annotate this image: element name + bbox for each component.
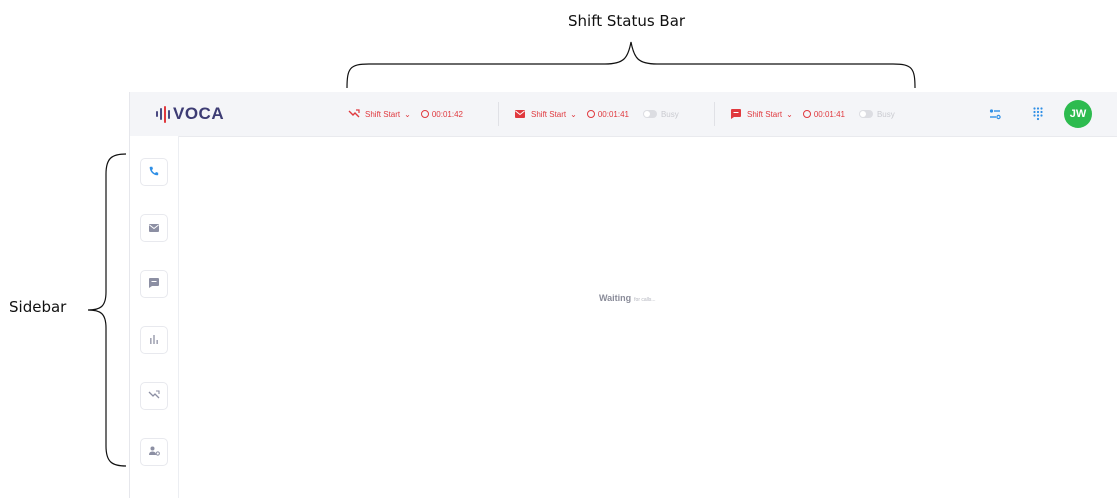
bar-chart-icon bbox=[149, 331, 159, 349]
sidebar-item-reports[interactable] bbox=[140, 326, 168, 354]
phone-icon bbox=[149, 163, 159, 181]
shift-start-dropdown-label[interactable]: Shift Start bbox=[365, 110, 400, 119]
settings-toggle-icon[interactable] bbox=[987, 106, 1003, 122]
busy-label: Busy bbox=[660, 109, 679, 119]
call-end-icon bbox=[148, 387, 160, 405]
shift-timer: 00:01:41 bbox=[813, 109, 845, 119]
call-end-icon bbox=[348, 109, 360, 119]
top-brace bbox=[346, 41, 916, 89]
waiting-label: Waiting bbox=[599, 293, 632, 303]
waiting-status: Waiting for calls... bbox=[599, 288, 656, 306]
sidebar-item-phone[interactable] bbox=[140, 158, 168, 186]
busy-toggle[interactable] bbox=[858, 110, 873, 118]
sidebar-item-missed-calls[interactable] bbox=[140, 382, 168, 410]
waiting-sublabel: for calls... bbox=[634, 297, 656, 303]
voca-app-window: VOCA Shift Start ⌄ 00:01:42 Shift Start … bbox=[129, 92, 1117, 498]
logo-bars-icon bbox=[156, 105, 170, 123]
chevron-down-icon[interactable]: ⌄ bbox=[786, 110, 793, 119]
voca-logo: VOCA bbox=[156, 104, 225, 123]
shift-status-chat: Shift Start ⌄ 00:01:41 Busy bbox=[730, 92, 895, 136]
sidebar bbox=[130, 136, 179, 498]
busy-toggle[interactable] bbox=[642, 110, 657, 118]
shift-timer: 00:01:41 bbox=[597, 109, 629, 119]
shift-status-email: Shift Start ⌄ 00:01:41 Busy bbox=[514, 92, 679, 136]
top-bar: VOCA Shift Start ⌄ 00:01:42 Shift Start … bbox=[130, 92, 1117, 137]
email-icon bbox=[514, 109, 526, 119]
divider bbox=[498, 102, 499, 126]
sidebar-annotation: Sidebar bbox=[9, 298, 67, 316]
shift-start-dropdown-label[interactable]: Shift Start bbox=[531, 110, 566, 119]
shift-start-dropdown-label[interactable]: Shift Start bbox=[747, 110, 782, 119]
user-avatar[interactable]: JW bbox=[1064, 100, 1092, 128]
clock-icon bbox=[586, 110, 595, 118]
main-content: Waiting for calls... bbox=[179, 136, 1117, 498]
clock-icon bbox=[420, 110, 429, 118]
sidebar-item-user-settings[interactable] bbox=[140, 438, 168, 466]
user-settings-icon bbox=[148, 443, 160, 461]
side-brace bbox=[87, 153, 127, 467]
logo-text: VOCA bbox=[173, 104, 225, 123]
chevron-down-icon[interactable]: ⌄ bbox=[570, 110, 577, 119]
clock-icon bbox=[802, 110, 811, 118]
sidebar-item-chat[interactable] bbox=[140, 270, 168, 298]
sidebar-item-email[interactable] bbox=[140, 214, 168, 242]
busy-label: Busy bbox=[876, 109, 895, 119]
shift-status-call: Shift Start ⌄ 00:01:42 bbox=[348, 92, 463, 136]
chevron-down-icon[interactable]: ⌄ bbox=[404, 110, 411, 119]
dialpad-icon[interactable] bbox=[1030, 106, 1046, 122]
shift-timer: 00:01:42 bbox=[431, 109, 463, 119]
chat-icon bbox=[149, 275, 159, 293]
chat-icon bbox=[730, 109, 742, 119]
divider bbox=[714, 102, 715, 126]
email-icon bbox=[149, 219, 159, 237]
shift-status-bar-annotation: Shift Status Bar bbox=[568, 12, 686, 30]
